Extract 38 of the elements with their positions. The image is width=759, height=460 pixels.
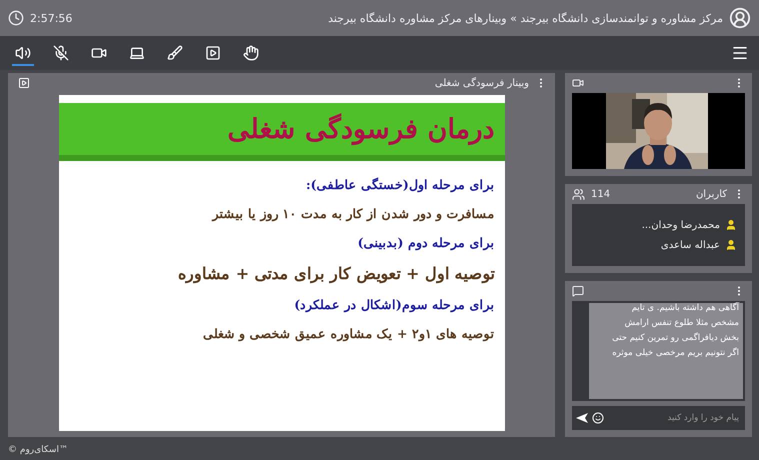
presentation-title: وبینار فرسودگی شغلی [434, 78, 529, 88]
slide-subheading: برای مرحله دوم (بدبینی) [356, 235, 494, 250]
breadcrumb: مرکز مشاوره و توانمندسازی دانشگاه بیرجند » وبینارهای مرکز مشاوره دانشگاه بیرجند [328, 12, 723, 24]
message-text: آگاهی هم داشته باشیم. ی تایم [630, 303, 739, 313]
slide-heading: درمان فرسودگی شغلی [228, 113, 494, 145]
menu-button[interactable] [731, 44, 749, 62]
message-text: بخش دیافراگمی رو تمرین کنیم حتی [611, 333, 739, 343]
slide-subheading: برای مرحله اول(خستگی عاطفی): [305, 177, 494, 192]
play-button[interactable] [18, 77, 30, 89]
footer-copyright: © اسکای‌روم™ [8, 445, 68, 455]
speaker-icon [15, 44, 31, 60]
brush-icon [167, 44, 183, 60]
video-camera-icon [572, 77, 584, 89]
slide-subheading: برای مرحله سوم(اشکال در عملکرد) [293, 297, 494, 312]
user-count: 114 [591, 188, 610, 200]
user-name[interactable]: محمدرضا وحدان... [642, 220, 720, 230]
user-icon [725, 239, 737, 251]
message-field[interactable]: پیام خود را وارد کنید [608, 412, 741, 424]
play-icon [205, 44, 221, 60]
slide-text: توصیه های ۱و۲ + یک مشاوره عمیق شخصی و شغلی [202, 326, 494, 341]
laptop-icon [129, 44, 145, 60]
send-button[interactable] [576, 413, 588, 423]
message-input-bar[interactable]: پیام خود را وارد کنید [572, 406, 745, 430]
hand-icon [243, 44, 259, 60]
users-title: کاربران [696, 188, 727, 200]
clock-icon [8, 10, 24, 26]
users-icon [572, 188, 585, 200]
emoji-button[interactable] [592, 412, 604, 424]
elapsed-time: 2:57:56 [30, 12, 72, 24]
user-avatar-icon[interactable] [729, 7, 751, 29]
slide-text: توصیه اول + تعویض کار برای مدتی + مشاوره [177, 264, 494, 283]
slide-text: مسافرت و دور شدن از کار به مدت ۱۰ روز یا بیشتر [210, 206, 494, 221]
message-text: مشخص مثلا طلوع تنفس ارامش [624, 318, 739, 328]
user-icon [725, 219, 737, 231]
message-text: اگر نتونیم بریم مرخصی خیلی موثره [611, 348, 739, 358]
user-name[interactable]: عبداله ساعدی [660, 240, 720, 250]
chat-icon [572, 285, 584, 297]
mic-off-icon [53, 44, 69, 60]
